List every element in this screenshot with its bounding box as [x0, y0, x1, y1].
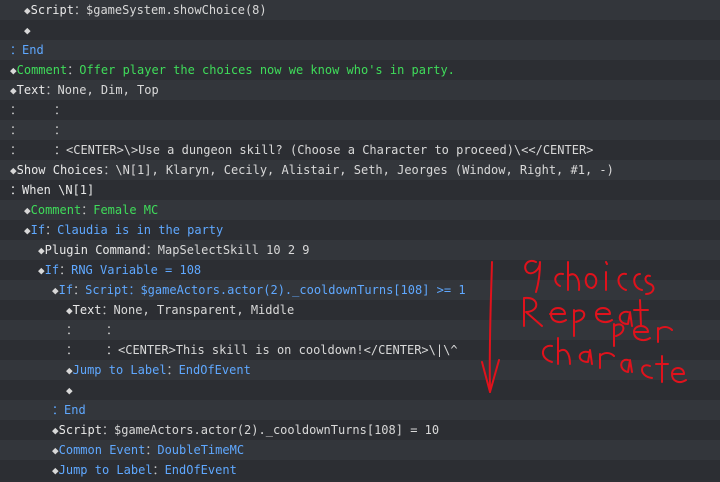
command-row[interactable]: ◆Text：None, Transparent, Middle — [0, 300, 720, 320]
command-label: Script — [30, 3, 74, 17]
diamond-marker-icon: ◆ — [38, 244, 45, 257]
command-row[interactable]: ◆If：RNG Variable = 108 — [0, 260, 720, 280]
command-value: \N[1], Klaryn, Cecily, Alistair, Seth, J… — [115, 163, 614, 177]
diamond-marker-icon: ◆ — [66, 364, 73, 377]
command-separator: ： — [103, 163, 116, 177]
command-value: Claudia is in the party — [57, 223, 224, 237]
command-label: ：When \N[1] — [10, 183, 95, 197]
command-row[interactable]: ◆Comment：Female MC — [0, 200, 720, 220]
command-row[interactable]: ：： — [0, 120, 720, 140]
command-label: Jump to Label — [58, 463, 153, 477]
command-row[interactable]: ： ：<CENTER>This skill is on cooldown!</CE… — [0, 340, 720, 360]
command-label: ： — [66, 343, 79, 357]
command-row[interactable]: ：End — [0, 40, 720, 60]
command-value: None, Transparent, Middle — [113, 303, 295, 317]
command-separator: ： — [45, 83, 58, 97]
diamond-marker-icon: ◆ — [52, 284, 59, 297]
command-row[interactable]: ： ：<CENTER>\>Use a dungeon skill? (Choose… — [0, 140, 720, 160]
command-value: RNG Variable = 108 — [71, 263, 202, 277]
command-value: None, Dim, Top — [57, 83, 159, 97]
command-separator: ： — [73, 283, 86, 297]
command-separator: ： — [101, 423, 114, 437]
command-label: Text — [16, 83, 46, 97]
command-label: If — [58, 283, 74, 297]
command-label: Comment — [16, 63, 68, 77]
command-row[interactable]: ◆Jump to Label：EndOfEvent — [0, 460, 720, 480]
command-label: If — [30, 223, 46, 237]
command-value: ： — [106, 323, 119, 337]
command-label: ： — [10, 103, 23, 117]
command-value: EndOfEvent — [178, 363, 251, 377]
event-command-list[interactable]: ◆Script：$gameSystem.showChoice(8) ◆ ：End ◆C… — [0, 0, 720, 482]
command-separator: ： — [45, 223, 58, 237]
command-separator: ： — [73, 3, 86, 17]
diamond-marker-icon: ◆ — [24, 4, 31, 17]
command-label: ： — [66, 323, 79, 337]
command-row[interactable]: ：End — [0, 400, 720, 420]
command-label: Show Choices — [16, 163, 104, 177]
command-row[interactable]: ◆Plugin Command：MapSelectSkill 10 2 9 — [0, 240, 720, 260]
command-label: Comment — [30, 203, 82, 217]
command-value: $gameActors.actor(2)._cooldownTurns[108]… — [114, 423, 440, 437]
command-label: ： — [10, 143, 23, 157]
command-value: $gameSystem.showChoice(8) — [86, 3, 267, 17]
command-label: ：End — [10, 43, 44, 57]
diamond-marker-icon: ◆ — [10, 64, 17, 77]
command-row[interactable]: ：： — [0, 320, 720, 340]
command-label: Text — [72, 303, 102, 317]
command-value: Female MC — [93, 203, 159, 217]
command-value: DoubleTimeMC — [157, 443, 245, 457]
command-value: Offer player the choices now we know who… — [79, 63, 455, 77]
diamond-marker-icon: ◆ — [10, 84, 17, 97]
command-separator: ： — [145, 243, 158, 257]
command-row[interactable]: ◆ — [0, 380, 720, 400]
diamond-marker-icon: ◆ — [66, 304, 73, 317]
command-value: ：<CENTER>\>Use a dungeon skill? (Choose … — [54, 143, 594, 157]
command-label: ： — [10, 123, 23, 137]
command-row[interactable]: ◆Common Event：DoubleTimeMC — [0, 440, 720, 460]
diamond-marker-icon: ◆ — [24, 24, 31, 37]
command-row[interactable]: ◆Script：$gameActors.actor(2)._cooldownTu… — [0, 420, 720, 440]
diamond-marker-icon: ◆ — [66, 384, 73, 397]
command-row[interactable]: ◆If：Script：$gameActors.actor(2)._cooldow… — [0, 280, 720, 300]
command-separator: ： — [166, 363, 179, 377]
command-separator: ： — [152, 463, 165, 477]
command-row[interactable]: ◆ — [0, 20, 720, 40]
command-label: Plugin Command — [44, 243, 146, 257]
command-row[interactable]: ◆Text：None, Dim, Top — [0, 80, 720, 100]
diamond-marker-icon: ◆ — [52, 444, 59, 457]
command-label: Jump to Label — [72, 363, 167, 377]
command-row[interactable]: ◆Show Choices：\N[1], Klaryn, Cecily, Ali… — [0, 160, 720, 180]
command-value: ：<CENTER>This skill is on cooldown!</CEN… — [106, 343, 458, 357]
command-separator: ： — [67, 63, 80, 77]
command-separator: ： — [59, 263, 72, 277]
command-row[interactable]: ：When \N[1] — [0, 180, 720, 200]
command-value: ： — [54, 103, 67, 117]
diamond-marker-icon: ◆ — [10, 164, 17, 177]
command-value: EndOfEvent — [164, 463, 237, 477]
command-separator: ： — [101, 303, 114, 317]
command-row[interactable]: ：： — [0, 100, 720, 120]
command-label: Common Event — [58, 443, 146, 457]
command-value: Script：$gameActors.actor(2)._cooldownTur… — [85, 283, 466, 297]
command-separator: ： — [81, 203, 94, 217]
command-label: ：End — [52, 403, 86, 417]
command-value: MapSelectSkill 10 2 9 — [157, 243, 310, 257]
diamond-marker-icon: ◆ — [52, 464, 59, 477]
command-row[interactable]: ◆Jump to Label：EndOfEvent — [0, 360, 720, 380]
command-separator: ： — [145, 443, 158, 457]
diamond-marker-icon: ◆ — [24, 224, 31, 237]
command-label: If — [44, 263, 60, 277]
command-row[interactable]: ◆Script：$gameSystem.showChoice(8) — [0, 0, 720, 20]
command-row[interactable]: ◆Comment：Offer player the choices now we… — [0, 60, 720, 80]
command-row[interactable]: ◆If：Claudia is in the party — [0, 220, 720, 240]
diamond-marker-icon: ◆ — [38, 264, 45, 277]
diamond-marker-icon: ◆ — [24, 204, 31, 217]
diamond-marker-icon: ◆ — [52, 424, 59, 437]
command-label: Script — [58, 423, 102, 437]
command-value: ： — [54, 123, 67, 137]
